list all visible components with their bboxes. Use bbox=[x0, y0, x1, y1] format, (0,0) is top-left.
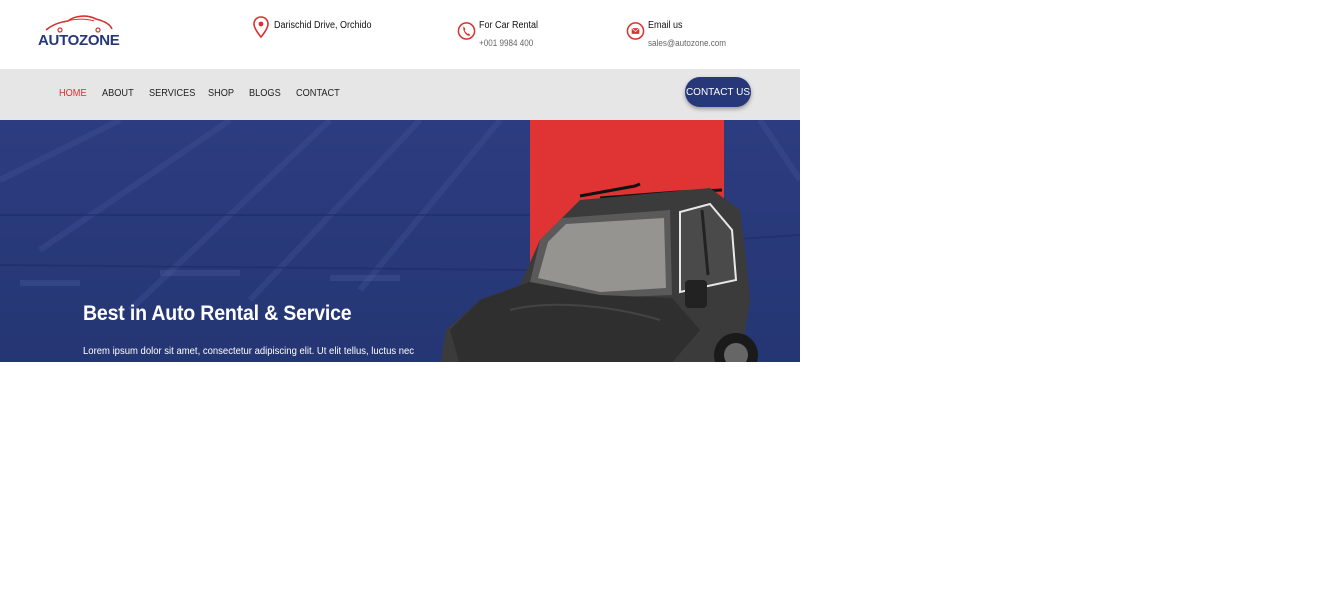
nav-shop[interactable]: SHOP bbox=[208, 88, 234, 99]
main-navigation: HOME ABOUT SERVICES SHOP BLOGS CONTACT C… bbox=[0, 69, 800, 120]
hero-title: Best in Auto Rental & Service bbox=[83, 302, 352, 325]
map-pin-icon bbox=[253, 16, 269, 38]
nav-about[interactable]: ABOUT bbox=[102, 88, 134, 99]
email-address[interactable]: sales@autozone.com bbox=[648, 38, 726, 48]
nav-home[interactable]: HOME bbox=[59, 88, 87, 99]
suv-car-image bbox=[440, 182, 758, 362]
brand-logo[interactable]: AUTOZONE bbox=[38, 13, 120, 49]
mail-icon bbox=[626, 22, 645, 40]
nav-contact[interactable]: CONTACT bbox=[296, 88, 340, 99]
contact-us-button[interactable]: CONTACT US bbox=[685, 77, 751, 107]
address-text: Darischid Drive, Orchido bbox=[274, 20, 372, 31]
car-logo-icon bbox=[45, 15, 113, 33]
top-header: AUTOZONE Darischid Drive, Orchido For Ca… bbox=[0, 0, 800, 69]
nav-blogs[interactable]: BLOGS bbox=[249, 88, 281, 99]
brand-name: AUTOZONE bbox=[38, 32, 120, 49]
hero-subtitle: Lorem ipsum dolor sit amet, consectetur … bbox=[83, 346, 415, 357]
phone-icon bbox=[457, 22, 476, 40]
email-label: Email us bbox=[648, 20, 683, 31]
nav-services[interactable]: SERVICES bbox=[149, 88, 195, 99]
phone-number[interactable]: +001 9984 400 bbox=[479, 38, 533, 48]
hero-banner: Best in Auto Rental & Service Lorem ipsu… bbox=[0, 120, 800, 362]
phone-label: For Car Rental bbox=[479, 20, 539, 31]
